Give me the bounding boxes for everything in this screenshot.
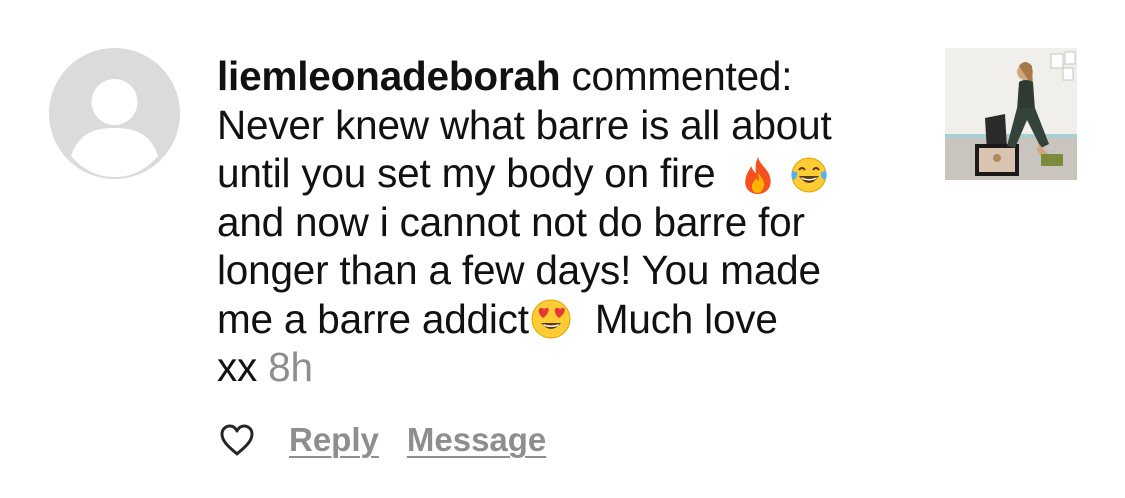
comment-text-segment: xx bbox=[217, 344, 258, 390]
face-with-tears-of-joy-emoji-icon bbox=[789, 155, 829, 195]
avatar[interactable] bbox=[49, 48, 180, 179]
comment-line: longer than a few days! You made bbox=[217, 247, 821, 293]
timestamp: 8h bbox=[268, 344, 313, 390]
comment-line: xx 8h bbox=[217, 343, 907, 392]
comment-text: liemleonadeborah commented: Never knew w… bbox=[217, 52, 907, 392]
comment-notification: liemleonadeborah commented: Never knew w… bbox=[0, 0, 1125, 498]
post-image bbox=[945, 48, 1077, 180]
comment-line: Never knew what barre is all about bbox=[217, 101, 832, 148]
comment-line: me a barre addict Much love bbox=[217, 295, 907, 344]
username-link[interactable]: liemleonadeborah bbox=[217, 53, 561, 99]
comment-text-segment: Much love bbox=[594, 295, 778, 342]
comment-line: liemleonadeborah commented: bbox=[217, 52, 907, 101]
fire-emoji-icon bbox=[738, 155, 778, 195]
reply-button[interactable]: Reply bbox=[289, 421, 379, 459]
message-button[interactable]: Message bbox=[407, 421, 546, 459]
comment-actions: Reply Message bbox=[219, 418, 574, 462]
comment-line: and now i cannot not do barre for bbox=[217, 198, 805, 245]
comment-line: until you set my body on fire bbox=[217, 149, 907, 198]
default-user-icon bbox=[49, 48, 180, 179]
comment-action-text: commented: bbox=[571, 53, 793, 99]
heart-icon[interactable] bbox=[219, 423, 255, 457]
smiling-face-with-heart-eyes-emoji-icon bbox=[529, 297, 573, 341]
post-thumbnail[interactable] bbox=[945, 48, 1077, 180]
comment-text-segment: until you set my body on fire bbox=[217, 150, 716, 196]
comment-text-segment: me a barre addict bbox=[217, 295, 529, 342]
